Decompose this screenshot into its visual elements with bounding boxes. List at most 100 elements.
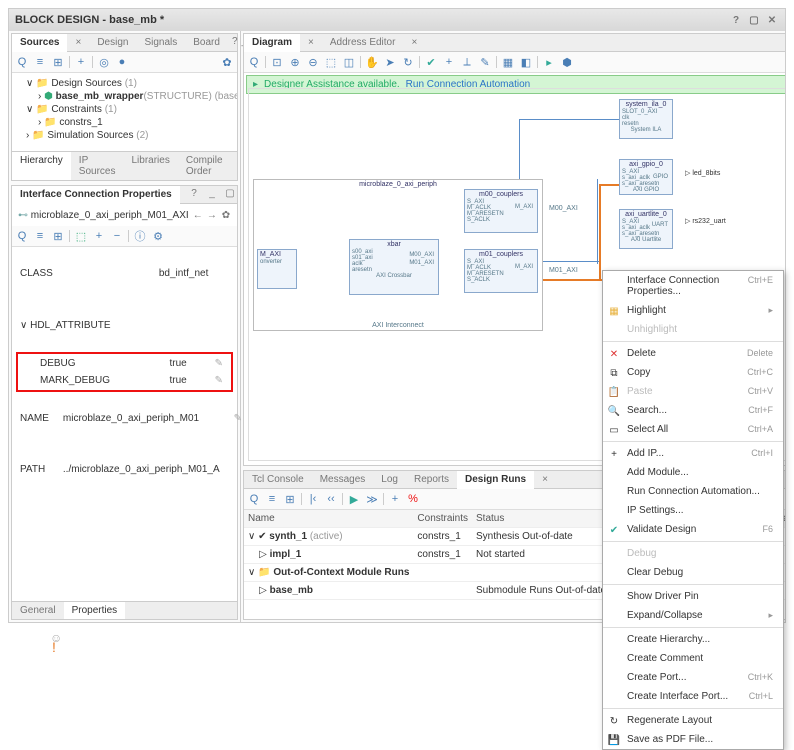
add-ip-icon[interactable]: + [442, 55, 456, 69]
tab-design[interactable]: Design [89, 34, 136, 51]
tab-sources[interactable]: Sources [12, 34, 67, 52]
btab-compileorder[interactable]: Compile Order [178, 152, 237, 180]
btab-properties[interactable]: Properties [64, 602, 126, 619]
tab-address-editor[interactable]: Address Editor [322, 34, 404, 51]
help-icon[interactable]: ? [232, 34, 238, 48]
search-icon[interactable]: Q [247, 55, 261, 69]
tab-signals[interactable]: Signals [136, 34, 185, 51]
zoom-out-icon[interactable]: ⊖ [306, 55, 320, 69]
minimize-icon[interactable]: _ [205, 186, 219, 200]
run-icon[interactable]: ▸ [542, 55, 556, 69]
ctx-delete[interactable]: ✕DeleteDelete [603, 344, 783, 363]
ctx-copy[interactable]: ⧉CopyCtrl+C [603, 363, 783, 382]
btab-libraries[interactable]: Libraries [123, 152, 177, 180]
prop-mark-debug[interactable]: MARK_DEBUGtrue✎ [20, 373, 229, 388]
ip-xbar[interactable]: xbar s00_axi s01_axi aclk aresetn M00_AX… [349, 239, 439, 295]
ctx-ip-settings[interactable]: IP Settings... [603, 501, 783, 520]
stop-icon[interactable]: ≫ [365, 492, 379, 506]
remove-icon[interactable]: − [110, 229, 124, 243]
prop-debug[interactable]: DEBUGtrue✎ [20, 356, 229, 371]
add-icon[interactable]: + [388, 492, 402, 506]
tab-reports[interactable]: Reports [406, 471, 457, 488]
refresh-icon[interactable]: ↻ [401, 55, 415, 69]
pen-icon[interactable]: ✎ [478, 55, 492, 69]
ctx-add-module[interactable]: Add Module... [603, 463, 783, 482]
next-icon[interactable]: → [207, 208, 217, 222]
ctx-create-hierarchy[interactable]: Create Hierarchy... [603, 630, 783, 649]
maximize-icon[interactable]: ▢ [747, 13, 761, 27]
hand-icon[interactable]: ✋ [365, 55, 379, 69]
add-icon[interactable]: + [74, 55, 88, 69]
group-icon[interactable]: ▦ [501, 55, 515, 69]
tab-board[interactable]: Board [185, 34, 228, 51]
ctx-create-comment[interactable]: Create Comment [603, 649, 783, 668]
btab-ipsources[interactable]: IP Sources [71, 152, 124, 180]
ip-axi-gpio[interactable]: axi_gpio_0 S_AXIs_axi_aclks_axi_aresetn … [619, 159, 673, 195]
ip-m01-couplers[interactable]: m01_couplers S_AXIM_ACLKM_ARESETNS_ACLK … [464, 249, 538, 293]
collapse-icon[interactable]: ⊞ [51, 55, 65, 69]
close-icon[interactable]: ✕ [765, 13, 779, 27]
tree-constraints[interactable]: ∨ 📁 Constraints (1) [16, 103, 233, 116]
ctx-run-connection-automation[interactable]: Run Connection Automation... [603, 482, 783, 501]
percent-icon[interactable]: % [406, 492, 420, 506]
add-icon[interactable]: + [92, 229, 106, 243]
tab-log[interactable]: Log [373, 471, 406, 488]
highlight-icon[interactable]: ⬚ [74, 229, 88, 243]
info-icon[interactable]: ⓘ [133, 229, 147, 243]
ctx-search[interactable]: 🔍Search...Ctrl+F [603, 401, 783, 420]
gear-icon[interactable]: ✿ [220, 55, 234, 69]
btab-general[interactable]: General [12, 602, 64, 619]
ctx-create-interface-port[interactable]: Create Interface Port...Ctrl+L [603, 687, 783, 706]
ctx-select-all[interactable]: ▭Select AllCtrl+A [603, 420, 783, 439]
zoom-fit-icon[interactable]: ⊡ [270, 55, 284, 69]
close-tab-icon[interactable]: × [534, 471, 556, 488]
close-tab-icon[interactable]: × [403, 34, 425, 51]
zoom-full-icon[interactable]: ◫ [342, 55, 356, 69]
ctx-save-as-pdf-file[interactable]: 💾Save as PDF File... [603, 730, 783, 749]
maximize-icon[interactable]: ▢ [223, 186, 237, 200]
dot-icon[interactable]: ● [115, 55, 129, 69]
tab-tcl[interactable]: Tcl Console [244, 471, 312, 488]
layout-icon[interactable]: ◧ [519, 55, 533, 69]
ip-m00-couplers[interactable]: m00_couplers S_AXIM_ACLKM_ARESETNS_ACLK … [464, 189, 538, 233]
tree-constrs1[interactable]: › 📁 constrs_1 [16, 116, 233, 129]
ctx-validate-design[interactable]: ✔Validate DesignF6 [603, 520, 783, 539]
tree-sim[interactable]: › 📁 Simulation Sources (2) [16, 129, 233, 142]
ctx-regenerate-layout[interactable]: ↻Regenerate Layout [603, 711, 783, 730]
close-tab-icon[interactable]: × [300, 34, 322, 51]
gear-icon[interactable]: ✿ [221, 208, 231, 222]
expand-icon[interactable]: ≡ [33, 55, 47, 69]
ctx-add-ip[interactable]: +Add IP...Ctrl+I [603, 444, 783, 463]
search-icon[interactable]: Q [15, 55, 29, 69]
hier-icon[interactable]: ⬢ [560, 55, 574, 69]
validate-icon[interactable]: ✔ [424, 55, 438, 69]
first-icon[interactable]: |‹ [306, 492, 320, 506]
search-icon[interactable]: Q [15, 229, 29, 243]
ip-axi-uartlite[interactable]: axi_uartlite_0 S_AXIs_axi_aclks_axi_ares… [619, 209, 673, 249]
tree-design-sources[interactable]: ∨ 📁 Design Sources (1) [16, 77, 233, 90]
arrow-icon[interactable]: ➤ [383, 55, 397, 69]
zoom-area-icon[interactable]: ⬚ [324, 55, 338, 69]
tab-messages[interactable]: Messages [312, 471, 374, 488]
ip-converter[interactable]: M_AXI onverter [257, 249, 297, 289]
conn-icon[interactable]: ⟂ [460, 55, 474, 69]
expand-icon[interactable]: ≡ [33, 229, 47, 243]
expand-icon[interactable]: ≡ [265, 492, 279, 506]
collapse-icon[interactable]: ⊞ [283, 492, 297, 506]
settings-icon[interactable]: ⚙ [151, 229, 165, 243]
ctx-create-port[interactable]: Create Port...Ctrl+K [603, 668, 783, 687]
ctx-highlight[interactable]: ▦Highlight▸ [603, 301, 783, 320]
ctx-clear-debug[interactable]: Clear Debug [603, 563, 783, 582]
circle-icon[interactable]: ◎ [97, 55, 111, 69]
tree-wrapper[interactable]: › ⬢ base_mb_wrapper(STRUCTURE) (base_mb_… [16, 90, 233, 103]
ctx-expand-collapse[interactable]: Expand/Collapse▸ [603, 606, 783, 625]
help-icon[interactable]: ? [187, 186, 201, 200]
prev-icon[interactable]: ← [193, 208, 203, 222]
ip-system-ila[interactable]: system_ila_0 SLOT_0_AXIclkresetn System … [619, 99, 673, 139]
collapse-icon[interactable]: ⊞ [51, 229, 65, 243]
btab-hierarchy[interactable]: Hierarchy [12, 152, 71, 180]
ctx-show-driver-pin[interactable]: Show Driver Pin [603, 587, 783, 606]
help-icon[interactable]: ? [729, 13, 743, 27]
tab-diagram[interactable]: Diagram [244, 34, 300, 52]
prev-icon[interactable]: ‹‹ [324, 492, 338, 506]
